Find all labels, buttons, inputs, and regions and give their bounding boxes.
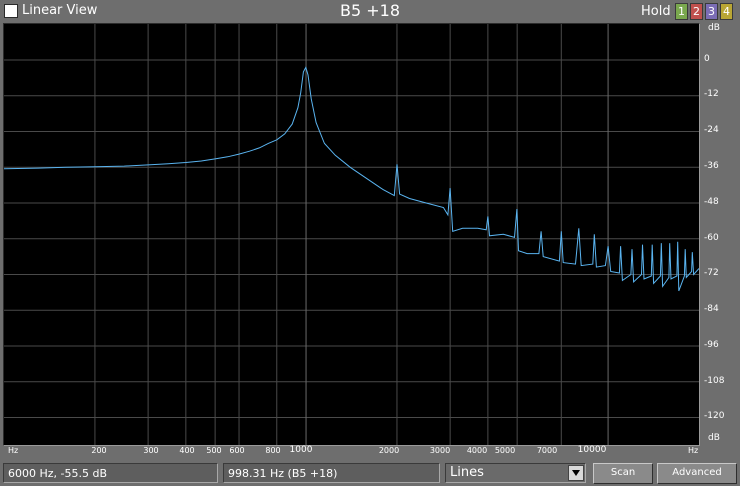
db-tick-label: -48 [704, 197, 719, 207]
db-tick-label: -120 [704, 411, 725, 421]
hz-tick-label: 200 [91, 446, 107, 455]
linear-view-label[interactable]: Linear View [22, 3, 97, 18]
hz-tick-label: 2000 [378, 446, 400, 455]
db-unit-label-bottom: dB [708, 433, 720, 443]
hz-tick-label: 4000 [466, 446, 488, 455]
view-mode-select[interactable]: Lines [445, 463, 586, 483]
view-mode-value: Lines [450, 465, 484, 480]
hz-tick-label: 300 [143, 446, 159, 455]
hz-tick-label: 5000 [494, 446, 516, 455]
hz-tick-label: 600 [229, 446, 245, 455]
hz-tick-label: 400 [179, 446, 195, 455]
hz-tick-label: 1000 [289, 445, 313, 455]
db-tick-label: -36 [704, 161, 719, 171]
db-tick-label: -96 [704, 340, 719, 350]
peak-readout: 998.31 Hz (B5 +18) [223, 463, 440, 483]
scan-button[interactable]: Scan [593, 463, 653, 484]
hz-unit-label-right: Hz [688, 446, 699, 455]
advanced-button[interactable]: Advanced [657, 463, 737, 484]
db-tick-label: -72 [704, 268, 719, 278]
note-title: B5 +18 [339, 1, 400, 20]
spectrum-plot[interactable] [3, 23, 700, 446]
hold-label: Hold [641, 4, 671, 19]
status-bar: 6000 Hz, -55.5 dB 998.31 Hz (B5 +18) Lin… [0, 461, 740, 486]
db-tick-label: -84 [704, 304, 719, 314]
hold-2-button[interactable]: 2 [690, 3, 703, 20]
hz-tick-label: 3000 [429, 446, 451, 455]
spectrum-svg [4, 24, 699, 445]
linear-view-checkbox[interactable] [4, 4, 18, 18]
spectrum-trace [4, 66, 699, 292]
hz-tick-label: 7000 [536, 446, 558, 455]
hz-unit-label-left: Hz [8, 446, 19, 455]
chevron-down-icon[interactable] [568, 465, 584, 481]
hold-3-button[interactable]: 3 [705, 3, 718, 20]
db-tick-label: -108 [704, 376, 725, 386]
db-tick-label: 0 [704, 54, 710, 64]
cursor-readout: 6000 Hz, -55.5 dB [3, 463, 218, 483]
hz-tick-label: 10000 [577, 445, 607, 455]
db-unit-label-top: dB [708, 23, 720, 33]
frequency-axis: Hz 200 300 400 500 600 800 1000 2000 300… [0, 445, 700, 459]
db-tick-label: -60 [704, 233, 719, 243]
hz-tick-label: 800 [265, 446, 281, 455]
hz-tick-label: 500 [206, 446, 222, 455]
hold-4-button[interactable]: 4 [720, 3, 733, 20]
titlebar: Linear View B5 +18 Hold 1 2 3 4 [0, 0, 740, 23]
db-tick-label: -24 [704, 125, 719, 135]
hold-1-button[interactable]: 1 [675, 3, 688, 20]
db-tick-label: -12 [704, 89, 719, 99]
db-axis: dB 0 -12 -24 -36 -48 -60 -72 -84 -96 -10… [700, 23, 740, 459]
